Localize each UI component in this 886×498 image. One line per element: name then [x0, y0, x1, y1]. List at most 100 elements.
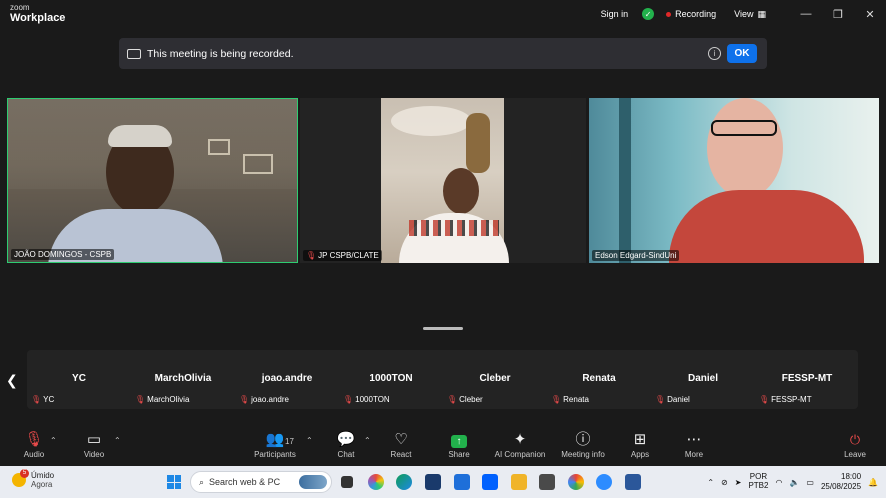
search-highlight-image	[299, 475, 327, 489]
store-icon[interactable]	[425, 474, 441, 490]
participant-name: joao.andre	[251, 395, 289, 404]
weather-widget[interactable]: 5 Úmido Agora	[12, 469, 55, 489]
language-line2: PTB2	[748, 481, 769, 490]
participant-thumbnail[interactable]: FESSP-MT 🎙 FESSP-MT	[755, 350, 859, 409]
participants-count: 17	[285, 437, 294, 446]
sign-in-button[interactable]: Sign in	[601, 9, 629, 19]
participant-name: JP CSPB/CLATE	[318, 251, 379, 260]
video-tile[interactable]: Edson Edgard-SindUni	[589, 98, 879, 263]
chevron-left-icon[interactable]: ❮	[6, 372, 18, 389]
recording-banner: This meeting is being recorded. i OK	[119, 38, 767, 69]
audio-options-caret-icon[interactable]: ⌃	[50, 436, 57, 445]
participant-thumbnail[interactable]: Daniel 🎙 Daniel	[651, 350, 755, 409]
start-button[interactable]	[167, 475, 181, 489]
view-button[interactable]: View ▦	[734, 9, 766, 20]
weather-badge: 5	[20, 469, 29, 478]
participant-name-label: 🎙 Cleber	[447, 395, 483, 404]
more-icon: ⋯	[686, 431, 702, 448]
title-bar: zoom Workplace Sign in ✓ Recording View …	[0, 0, 886, 28]
dropbox-icon[interactable]	[482, 474, 498, 490]
close-button[interactable]: ✕	[854, 0, 886, 28]
video-button[interactable]: ▭ Video	[64, 428, 124, 466]
send-icon[interactable]: ➤	[735, 478, 742, 487]
participant-name: Renata	[563, 395, 589, 404]
participants-icon: 👥	[265, 431, 285, 448]
minimize-button[interactable]: —	[790, 0, 822, 28]
clock[interactable]: 18:00 25/08/2025	[821, 472, 861, 491]
recording-camera-icon	[127, 48, 141, 59]
mic-off-icon: 🎙	[551, 395, 562, 404]
chat-options-caret-icon[interactable]: ⌃	[364, 436, 371, 445]
share-button[interactable]: ↑ Share	[429, 428, 489, 466]
participant-display-name: joao.andre	[261, 373, 313, 384]
wifi-icon[interactable]: ◠	[775, 478, 782, 487]
participant-thumbnail[interactable]: Cleber 🎙 Cleber	[443, 350, 547, 409]
video-tile[interactable]: 🎙 JP CSPB/CLATE	[300, 98, 586, 263]
recording-indicator[interactable]: Recording	[675, 9, 716, 19]
participant-thumbnail[interactable]: MarchOlivia 🎙 MarchOlivia	[131, 350, 235, 409]
apps-icon: ⊞	[633, 431, 647, 448]
task-view-icon[interactable]	[341, 476, 353, 488]
participant-name-label: Edson Edgard-SindUni	[592, 250, 680, 261]
notification-bell-icon[interactable]: 🔔	[868, 478, 878, 487]
clock-time: 18:00	[841, 472, 862, 482]
chevron-up-icon[interactable]: ⌃	[707, 478, 714, 487]
video-tile-active-speaker[interactable]: JOÃO DOMINGOS - CSPB	[7, 98, 298, 263]
volume-icon[interactable]: 🔈	[789, 478, 799, 487]
participant-thumbnail[interactable]: 1000TON 🎙 1000TON	[339, 350, 443, 409]
participants-button[interactable]: 👥 Participants	[245, 428, 305, 466]
participant-name-label: 🎙 Renata	[551, 395, 589, 404]
ai-companion-button[interactable]: ✦ AI Companion	[490, 428, 550, 466]
language-indicator[interactable]: POR PTB2	[748, 472, 769, 491]
mic-off-icon: 🎙	[31, 395, 42, 404]
chat-label: Chat	[337, 450, 355, 459]
video-options-caret-icon[interactable]: ⌃	[114, 436, 121, 445]
resize-handle[interactable]	[423, 327, 463, 330]
participant-thumbnail[interactable]: Renata 🎙 Renata	[547, 350, 651, 409]
mic-off-icon: 🎙	[239, 395, 250, 404]
ok-button[interactable]: OK	[727, 44, 757, 63]
network-off-icon[interactable]: ⊘	[721, 478, 728, 487]
participants-options-caret-icon[interactable]: ⌃	[306, 436, 313, 445]
heart-icon: ♡	[394, 431, 408, 448]
edge-icon[interactable]	[396, 474, 412, 490]
title-bar-controls: Sign in ✓ Recording View ▦ — ❐ ✕	[601, 0, 886, 28]
participant-name: MarchOlivia	[147, 395, 190, 404]
share-icon: ↑	[429, 428, 489, 450]
weather-icon: 5	[12, 469, 29, 487]
react-button[interactable]: ♡ React	[371, 428, 431, 466]
chrome-icon[interactable]	[568, 474, 584, 490]
weather-condition: Úmido	[31, 471, 55, 480]
audio-label: Audio	[23, 450, 45, 459]
participant-head	[443, 168, 479, 214]
encryption-shield-icon[interactable]: ✓	[642, 8, 655, 20]
participant-name-label: JOÃO DOMINGOS - CSPB	[11, 249, 115, 260]
copilot-icon[interactable]	[368, 474, 384, 490]
apps-button[interactable]: ⊞ Apps	[610, 428, 670, 466]
chat-button[interactable]: 💬 Chat	[316, 428, 376, 466]
info-icon[interactable]: i	[708, 47, 721, 60]
participant-thumbnail[interactable]: YC 🎙 YC	[27, 350, 131, 409]
more-button[interactable]: ⋯ More	[664, 428, 724, 466]
search-placeholder: Search web & PC	[209, 477, 281, 487]
participant-name-label: 🎙 1000TON	[343, 395, 390, 404]
participant-name-label: 🎙 MarchOlivia	[135, 395, 189, 404]
audio-button[interactable]: 🎙 Audio	[4, 428, 64, 466]
zoom-app-icon[interactable]	[596, 474, 612, 490]
meeting-info-button[interactable]: ⓘ Meeting info	[553, 428, 613, 466]
calculator-icon[interactable]	[539, 474, 555, 490]
file-explorer-icon[interactable]	[511, 474, 527, 490]
participant-thumbnail[interactable]: joao.andre 🎙 joao.andre	[235, 350, 339, 409]
participant-name: JOÃO DOMINGOS - CSPB	[14, 250, 112, 259]
restore-button[interactable]: ❐	[822, 0, 854, 28]
wall-ornament	[466, 113, 490, 173]
mail-icon[interactable]	[454, 474, 470, 490]
participant-name-label: 🎙 FESSP-MT	[759, 395, 812, 404]
participant-head	[707, 98, 783, 198]
battery-icon[interactable]: ▭	[806, 478, 814, 487]
taskbar-search[interactable]: ⌕ Search web & PC	[190, 471, 332, 493]
participant-name-label: 🎙 Daniel	[655, 395, 690, 404]
leave-button[interactable]: ⏻ Leave	[825, 428, 885, 466]
participant-display-name: YC	[72, 373, 86, 384]
word-icon[interactable]	[625, 474, 641, 490]
